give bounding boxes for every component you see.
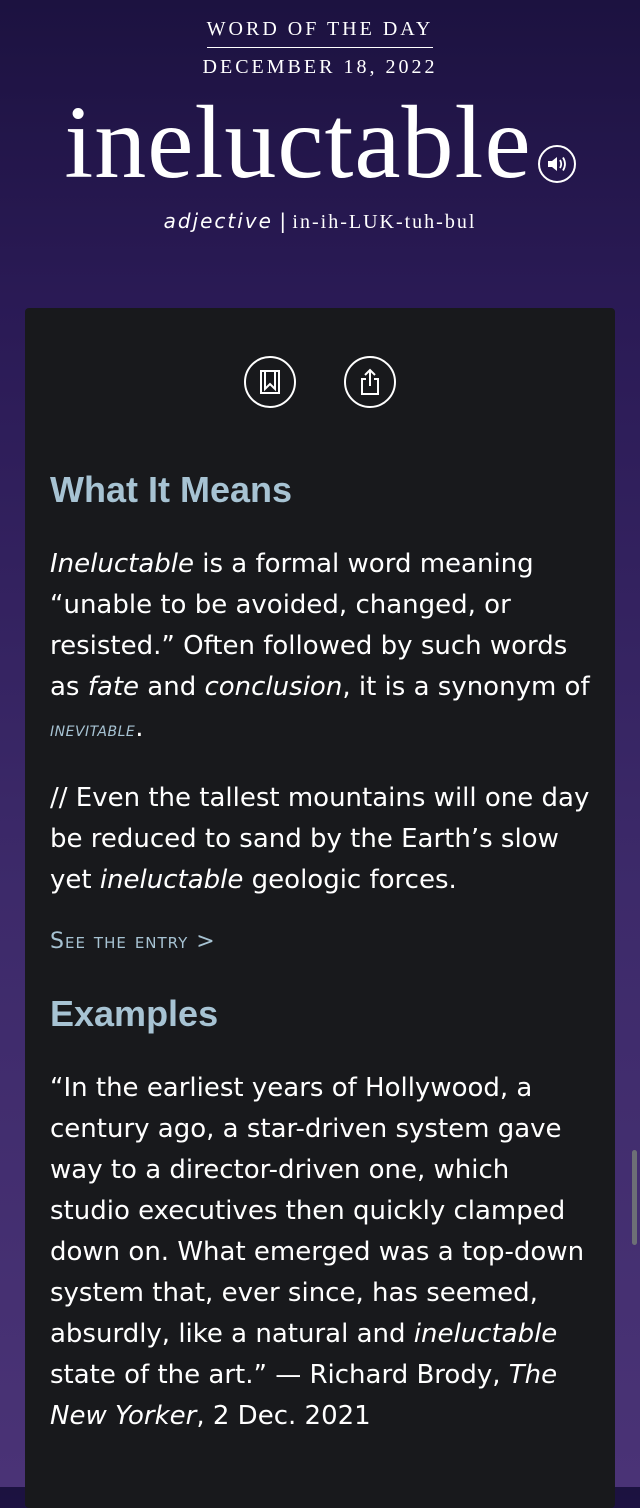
pronunciation: in-ih-LUK-tuh-bul xyxy=(292,211,477,233)
example-sentence: // Even the tallest mountains will one d… xyxy=(50,778,590,901)
word-header: WORD OF THE DAY DECEMBER 18, 2022 ineluc… xyxy=(0,0,640,234)
date: DECEMBER 18, 2022 xyxy=(202,56,438,78)
headword: ineluctable xyxy=(64,85,532,200)
example-word: ineluctable xyxy=(99,865,244,895)
definition-card: What It Means Ineluctable is a formal wo… xyxy=(25,308,615,1508)
speaker-icon xyxy=(547,157,566,171)
def-word: Ineluctable xyxy=(50,549,194,579)
definition-text: Ineluctable is a formal word meaning “un… xyxy=(50,544,590,750)
separator: | xyxy=(279,209,287,233)
see-entry-link[interactable]: See the entry > xyxy=(50,929,590,954)
card-actions xyxy=(25,356,615,408)
def-conclusion: conclusion xyxy=(204,672,343,702)
def-fate: fate xyxy=(87,672,140,702)
def-and: and xyxy=(139,672,205,702)
card-content: What It Means Ineluctable is a formal wo… xyxy=(25,468,615,1437)
synonym-link[interactable]: inevitable xyxy=(50,717,135,741)
scrollbar[interactable] xyxy=(632,1150,637,1245)
word-row: ineluctable xyxy=(0,85,640,200)
example-quote: “In the earliest years of Hollywood, a c… xyxy=(50,1068,590,1437)
part-of-speech: adjective xyxy=(163,209,273,233)
bookmark-button[interactable] xyxy=(244,356,296,408)
share-button[interactable] xyxy=(344,356,396,408)
example-text-2: geologic forces. xyxy=(243,865,457,895)
quote-word: ineluctable xyxy=(413,1319,558,1349)
quote-text-1: “In the earliest years of Hollywood, a c… xyxy=(50,1073,585,1349)
what-it-means-heading: What It Means xyxy=(50,469,293,510)
examples-heading: Examples xyxy=(50,993,219,1034)
bookmark-icon xyxy=(260,370,280,394)
quote-text-3: , 2 Dec. 2021 xyxy=(196,1401,371,1431)
def-end: . xyxy=(135,713,144,743)
share-icon xyxy=(361,368,379,395)
def-text-2: , it is a synonym of xyxy=(342,672,590,702)
pronunciation-line: adjective | in-ih-LUK-tuh-bul xyxy=(0,209,640,234)
audio-button[interactable] xyxy=(537,145,576,183)
quote-text-2: state of the art.” — Richard Brody, xyxy=(50,1360,509,1390)
word-of-the-day-label: WORD OF THE DAY xyxy=(206,18,434,48)
